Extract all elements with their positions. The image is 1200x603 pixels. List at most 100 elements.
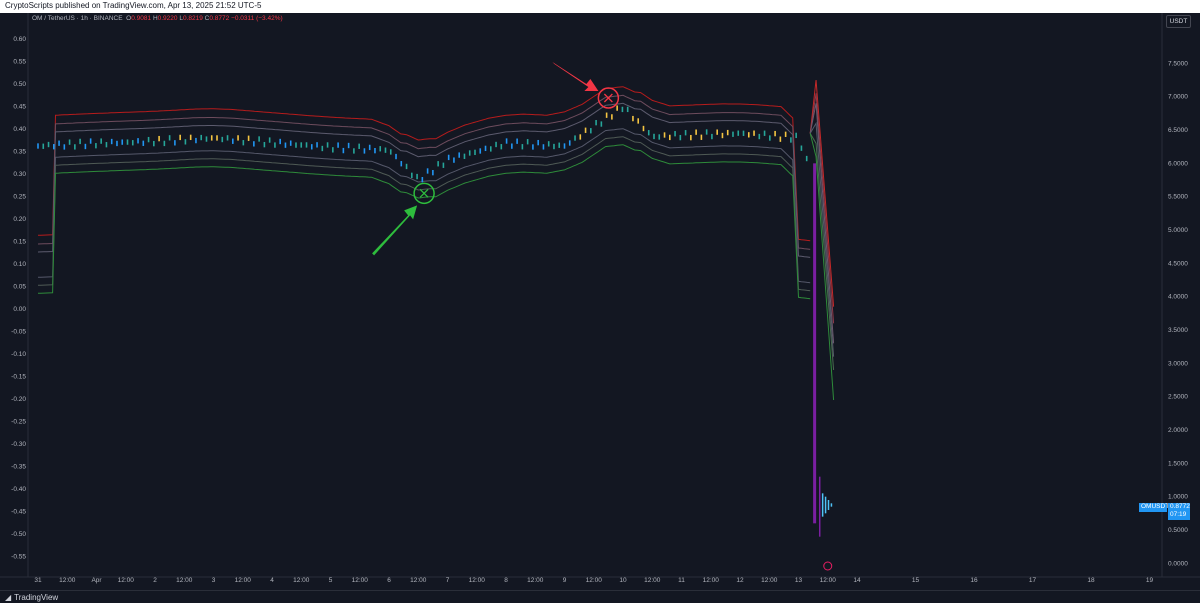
crash-candle (813, 163, 817, 524)
candle (669, 134, 671, 141)
x-axis-tick: Apr (91, 577, 102, 584)
right-axis-tick: 0.5000 (1168, 527, 1188, 534)
candle (142, 140, 145, 146)
left-axis-tick: -0.55 (11, 554, 26, 561)
left-axis-tick: 0.35 (13, 149, 26, 156)
x-axis-tick: 3 (212, 577, 216, 584)
left-axis-tick: 0.55 (13, 59, 26, 66)
candle (453, 157, 455, 163)
candle (221, 136, 224, 143)
tradingview-logo[interactable]: ◢ TradingView (5, 593, 58, 602)
candle (463, 153, 466, 159)
candle (526, 139, 529, 145)
candle (68, 139, 71, 145)
candle (742, 130, 745, 136)
left-axis-tick: -0.10 (11, 351, 26, 358)
candle (458, 152, 460, 158)
candle (126, 139, 129, 145)
candle (268, 137, 271, 143)
candle (189, 134, 192, 141)
candle (247, 135, 250, 141)
candle (289, 140, 292, 146)
candle (774, 130, 776, 137)
buy-arrow (372, 205, 418, 256)
candle (342, 147, 345, 154)
right-axis-tick: 6.5000 (1168, 127, 1188, 134)
candle (795, 132, 797, 139)
x-axis-tick: 2 (153, 577, 157, 584)
candle (131, 140, 134, 146)
price-tag-price: 0.8772 (1170, 503, 1190, 510)
left-axis-tick: -0.30 (11, 441, 26, 448)
candle (489, 146, 492, 152)
candle (779, 136, 782, 142)
left-axis-tick: -0.20 (11, 396, 26, 403)
candle (732, 131, 734, 137)
x-axis-tick: 12:00 (293, 577, 310, 584)
candle (384, 147, 387, 153)
candle (447, 154, 450, 161)
candle (553, 143, 555, 150)
candle (274, 142, 276, 148)
candle (337, 142, 339, 148)
candle (721, 132, 724, 139)
candle (784, 131, 787, 137)
right-axis-tick: 1.5000 (1168, 460, 1188, 467)
candle (347, 142, 350, 149)
candle (237, 135, 239, 141)
candle (295, 142, 297, 148)
right-axis-tick: 7.5000 (1168, 60, 1188, 67)
candle (790, 137, 792, 143)
candle (468, 150, 471, 156)
candle (432, 169, 434, 176)
sell-signal-x (603, 93, 613, 103)
candle (158, 135, 160, 142)
buy-signal-x (419, 188, 429, 198)
x-axis-tick: 12:00 (703, 577, 720, 584)
x-axis-tick: 6 (387, 577, 391, 584)
footer-bar: ◢ TradingView (0, 590, 1200, 603)
candle (532, 144, 534, 150)
candle (595, 119, 597, 126)
x-axis-tick: 19 (1146, 577, 1154, 584)
crash-candle (818, 476, 821, 537)
candle (242, 140, 245, 146)
candle (584, 127, 587, 133)
candle (716, 129, 718, 135)
candle (726, 129, 729, 136)
left-axis-tick: -0.05 (11, 329, 26, 336)
right-axis-tick: 2.0000 (1168, 427, 1188, 434)
candle (758, 133, 761, 140)
left-axis-tick: 0.40 (13, 126, 26, 133)
candle (805, 155, 808, 162)
candle (42, 143, 45, 149)
candle (568, 140, 571, 146)
candle (769, 135, 771, 141)
candle (479, 148, 482, 154)
candle (332, 147, 334, 153)
post-crash-candle (821, 493, 824, 517)
candle (405, 163, 408, 170)
candle (537, 139, 539, 146)
candle (690, 134, 692, 141)
price-tag-symbol: OMUSDT (1139, 503, 1170, 512)
x-axis-tick: 13 (795, 577, 803, 584)
left-axis-tick: -0.45 (11, 509, 26, 516)
candle (400, 161, 403, 167)
left-axis-tick: 0.25 (13, 194, 26, 201)
candle (300, 142, 303, 148)
left-axis-tick: -0.35 (11, 464, 26, 471)
x-axis-tick: 7 (446, 577, 450, 584)
candle (58, 140, 60, 146)
x-axis-tick: 4 (270, 577, 274, 584)
candle (253, 141, 255, 147)
x-axis-tick: 10 (619, 577, 627, 584)
candle (500, 144, 503, 150)
candle (695, 129, 697, 135)
x-axis-tick: 17 (1029, 577, 1037, 584)
candle (358, 143, 360, 149)
left-axis-tick: 0.05 (13, 284, 26, 291)
x-axis-tick: 18 (1087, 577, 1095, 584)
right-axis-tick: 1.0000 (1168, 494, 1188, 501)
price-tag-countdown: 07:19 (1170, 511, 1187, 518)
